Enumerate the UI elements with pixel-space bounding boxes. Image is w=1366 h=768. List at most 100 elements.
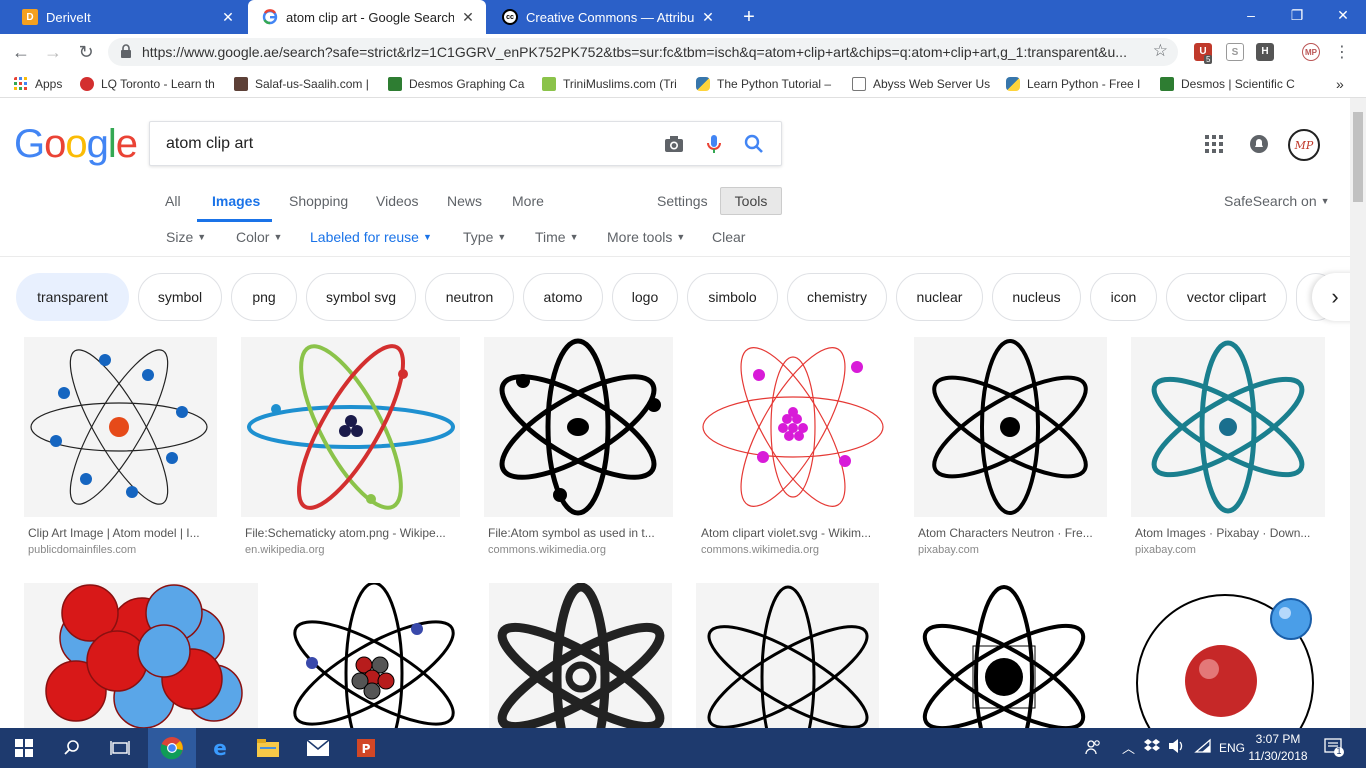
forward-arrow-icon[interactable]: → bbox=[42, 41, 64, 63]
result-title[interactable]: Atom clipart violet.svg - Wikim... bbox=[701, 526, 871, 540]
close-icon[interactable]: ✕ bbox=[700, 9, 716, 26]
tools-button[interactable]: Tools bbox=[720, 187, 782, 215]
tab-news[interactable]: News bbox=[447, 193, 482, 209]
google-logo[interactable]: Google bbox=[14, 122, 138, 167]
result-thumbnail[interactable] bbox=[697, 337, 890, 517]
tab-videos[interactable]: Videos bbox=[376, 193, 419, 209]
bookmark-abyss-web-server[interactable]: Abyss Web Server Us bbox=[852, 75, 992, 93]
image-result[interactable]: File:Atom symbol as used in t... commons… bbox=[484, 337, 673, 562]
result-thumbnail[interactable] bbox=[282, 583, 465, 728]
dropbox-icon[interactable] bbox=[1144, 738, 1160, 757]
image-result[interactable]: Atom clipart violet.svg - Wikim... commo… bbox=[697, 337, 890, 562]
volume-icon[interactable] bbox=[1168, 738, 1186, 757]
maximize-button[interactable]: ❐ bbox=[1274, 0, 1320, 30]
language-indicator[interactable]: ENG bbox=[1219, 741, 1245, 755]
close-icon[interactable]: ✕ bbox=[220, 9, 236, 26]
result-title[interactable]: Clip Art Image | Atom model | I... bbox=[28, 526, 200, 540]
bookmark-salaf-us-saalih[interactable]: Salaf-us-Saalih.com | bbox=[234, 75, 374, 93]
mail-icon[interactable] bbox=[294, 728, 342, 768]
image-result[interactable] bbox=[1129, 583, 1325, 728]
powerpoint-icon[interactable]: P bbox=[342, 728, 390, 768]
chip-png[interactable]: png bbox=[231, 273, 297, 321]
result-title[interactable]: Atom Images · Pixabay · Down... bbox=[1135, 526, 1310, 540]
bookmark-desmos-graphing[interactable]: Desmos Graphing Ca bbox=[388, 75, 528, 93]
clear-filters-link[interactable]: Clear bbox=[712, 229, 745, 245]
filter-color[interactable]: Color ▼ bbox=[236, 229, 282, 245]
image-result[interactable] bbox=[903, 583, 1105, 728]
skype-icon[interactable]: S bbox=[1226, 43, 1244, 61]
task-view-icon[interactable] bbox=[96, 728, 144, 768]
tab-more[interactable]: More bbox=[512, 193, 544, 209]
tab-creative-commons[interactable]: cc Creative Commons — Attribution ✕ bbox=[488, 0, 726, 34]
image-result[interactable] bbox=[696, 583, 879, 728]
profile-avatar[interactable]: MP bbox=[1302, 43, 1320, 61]
filter-size[interactable]: Size ▼ bbox=[166, 229, 206, 245]
image-result[interactable] bbox=[282, 583, 465, 728]
image-result[interactable]: Atom Characters Neutron · Fre... pixabay… bbox=[914, 337, 1107, 562]
result-source[interactable]: commons.wikimedia.org bbox=[701, 544, 819, 556]
back-arrow-icon[interactable]: ← bbox=[10, 41, 32, 63]
result-source[interactable]: pixabay.com bbox=[918, 544, 979, 556]
wifi-icon[interactable] bbox=[1194, 738, 1212, 757]
result-title[interactable]: Atom Characters Neutron · Fre... bbox=[918, 526, 1093, 540]
filter-time[interactable]: Time ▼ bbox=[535, 229, 579, 245]
chip-simbolo[interactable]: simbolo bbox=[687, 273, 778, 321]
image-result[interactable] bbox=[489, 583, 672, 728]
search-icon[interactable] bbox=[742, 132, 766, 156]
chip-neutron[interactable]: neutron bbox=[425, 273, 514, 321]
account-avatar[interactable]: MP bbox=[1288, 129, 1320, 161]
bookmark-learn-python[interactable]: Learn Python - Free I bbox=[1006, 75, 1146, 93]
new-tab-button[interactable]: + bbox=[738, 6, 760, 29]
chip-logo[interactable]: logo bbox=[612, 273, 678, 321]
more-bookmarks-button[interactable]: » bbox=[1336, 75, 1350, 93]
result-thumbnail[interactable] bbox=[1131, 337, 1325, 517]
search-icon[interactable] bbox=[48, 728, 96, 768]
image-result[interactable] bbox=[24, 583, 258, 728]
filter-more-tools[interactable]: More tools ▼ bbox=[607, 229, 685, 245]
result-source[interactable]: commons.wikimedia.org bbox=[488, 544, 606, 556]
filter-type[interactable]: Type ▼ bbox=[463, 229, 506, 245]
tab-shopping[interactable]: Shopping bbox=[289, 193, 348, 209]
close-icon[interactable]: ✕ bbox=[460, 9, 476, 26]
h-extension-icon[interactable]: H bbox=[1256, 43, 1274, 61]
edge-icon[interactable]: e bbox=[196, 728, 244, 768]
result-thumbnail[interactable] bbox=[903, 583, 1105, 728]
url-text[interactable]: https://www.google.ae/search?safe=strict… bbox=[142, 38, 1142, 66]
result-thumbnail[interactable] bbox=[1129, 583, 1325, 728]
chip-symbol-svg[interactable]: symbol svg bbox=[306, 273, 416, 321]
chip-nuclear[interactable]: nuclear bbox=[896, 273, 983, 321]
google-apps-icon[interactable] bbox=[1204, 134, 1224, 154]
settings-link[interactable]: Settings bbox=[657, 193, 708, 209]
windows-start-icon[interactable] bbox=[0, 728, 48, 768]
reload-icon[interactable]: ↻ bbox=[75, 41, 97, 63]
chevron-up-icon[interactable]: ︿ bbox=[1122, 738, 1135, 757]
result-source[interactable]: en.wikipedia.org bbox=[245, 544, 325, 556]
chip-transparent[interactable]: transparent bbox=[16, 273, 129, 321]
chip-icon[interactable]: icon bbox=[1090, 273, 1157, 321]
bookmark-python-tutorial[interactable]: The Python Tutorial – bbox=[696, 75, 836, 93]
minimize-button[interactable]: – bbox=[1228, 0, 1274, 30]
scrollbar-thumb[interactable] bbox=[1353, 112, 1363, 202]
result-thumbnail[interactable] bbox=[484, 337, 673, 517]
address-bar[interactable]: https://www.google.ae/search?safe=strict… bbox=[108, 38, 1178, 66]
result-title[interactable]: File:Schematicky atom.png - Wikipe... bbox=[245, 526, 446, 540]
tab-all[interactable]: All bbox=[165, 193, 181, 209]
safesearch-toggle[interactable]: SafeSearch on ▼ bbox=[1224, 193, 1330, 209]
chip-nucleus[interactable]: nucleus bbox=[992, 273, 1081, 321]
chip-symbol[interactable]: symbol bbox=[138, 273, 222, 321]
bookmark-apps[interactable]: Apps bbox=[14, 75, 74, 93]
result-thumbnail[interactable] bbox=[241, 337, 460, 517]
result-source[interactable]: publicdomainfiles.com bbox=[28, 544, 136, 556]
bookmark-desmos-scientific[interactable]: Desmos | Scientific C bbox=[1160, 75, 1300, 93]
result-thumbnail[interactable] bbox=[696, 583, 879, 728]
tab-google-search[interactable]: atom clip art - Google Search ✕ bbox=[248, 0, 486, 34]
result-thumbnail[interactable] bbox=[24, 583, 258, 728]
menu-dots-icon[interactable]: ⋮ bbox=[1334, 42, 1350, 62]
image-result[interactable]: Atom Images · Pixabay · Down... pixabay.… bbox=[1131, 337, 1325, 562]
result-source[interactable]: pixabay.com bbox=[1135, 544, 1196, 556]
chip-atomo[interactable]: atomo bbox=[523, 273, 603, 321]
bookmark-star-icon[interactable]: ☆ bbox=[1153, 41, 1168, 61]
image-result[interactable]: Clip Art Image | Atom model | I... publi… bbox=[24, 337, 217, 562]
close-window-button[interactable]: ✕ bbox=[1320, 0, 1366, 30]
tab-images[interactable]: Images bbox=[212, 193, 260, 209]
